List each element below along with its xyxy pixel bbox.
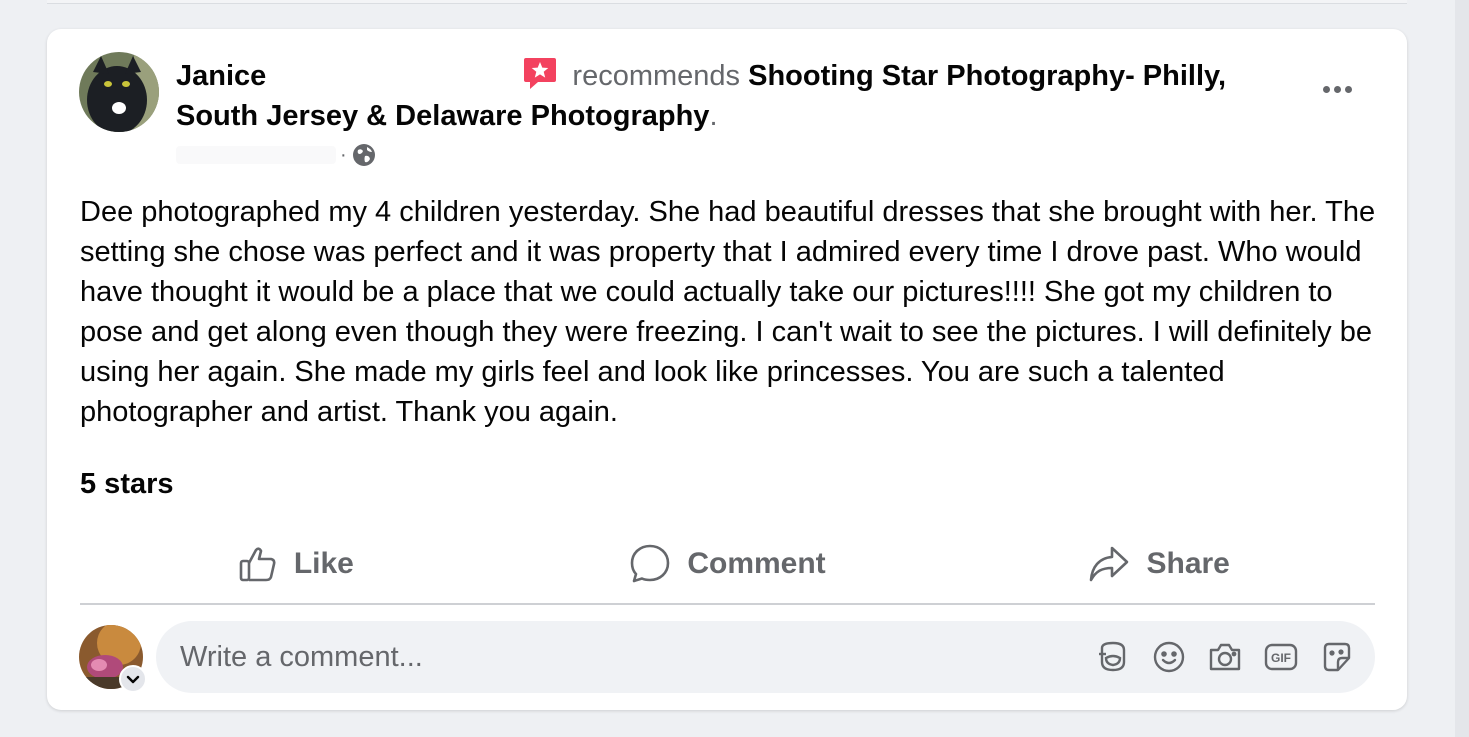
action-bar: Like Comment Share — [80, 534, 1375, 594]
author-name[interactable]: Janice — [176, 60, 266, 92]
redacted-timestamp[interactable] — [176, 146, 336, 164]
more-dot-icon — [1333, 85, 1341, 93]
post-body: Dee photographed my 4 children yesterday… — [80, 196, 1376, 428]
redacted-surname — [274, 63, 515, 89]
like-label: Like — [293, 547, 354, 580]
gif-icon[interactable]: GIF — [1261, 637, 1301, 677]
svg-text:GIF: GIF — [1271, 651, 1291, 665]
previous-card-edge — [47, 0, 1407, 4]
profile-switch-chevron-icon[interactable] — [119, 665, 147, 693]
camera-icon[interactable] — [1205, 637, 1245, 677]
comment-bubble-icon — [631, 544, 670, 583]
post-card: Janice recommends Shooting Star Photogra… — [47, 29, 1407, 710]
author-avatar[interactable] — [79, 52, 159, 132]
comment-input[interactable] — [180, 621, 980, 693]
more-dot-icon — [1322, 85, 1330, 93]
recommend-verb: recommends — [572, 60, 741, 92]
scrollbar-track[interactable] — [1455, 0, 1469, 737]
comment-button[interactable]: Comment — [512, 534, 944, 594]
sticker-icon[interactable] — [1317, 637, 1357, 677]
comment-composer: GIF — [156, 621, 1375, 693]
action-divider — [80, 603, 1375, 605]
thumbs-up-icon — [239, 547, 276, 582]
like-button[interactable]: Like — [80, 534, 512, 594]
emoji-icon[interactable] — [1149, 637, 1189, 677]
more-options-button[interactable] — [1309, 69, 1365, 109]
composer-tools: GIF — [1077, 637, 1357, 677]
meta-separator: · — [340, 143, 347, 166]
rating-text: 5 stars — [80, 468, 174, 500]
recommendation-badge-icon — [524, 58, 557, 89]
comment-label: Comment — [687, 547, 826, 580]
post-meta: · — [176, 140, 377, 170]
share-arrow-icon — [1090, 546, 1129, 582]
more-dot-icon — [1344, 85, 1352, 93]
post-header: Janice recommends Shooting Star Photogra… — [176, 55, 1306, 136]
page-name-period: . — [709, 100, 718, 132]
share-button[interactable]: Share — [943, 534, 1375, 594]
share-label: Share — [1146, 547, 1230, 580]
globe-icon — [352, 144, 375, 166]
avatar-sticker-icon[interactable] — [1093, 637, 1133, 677]
